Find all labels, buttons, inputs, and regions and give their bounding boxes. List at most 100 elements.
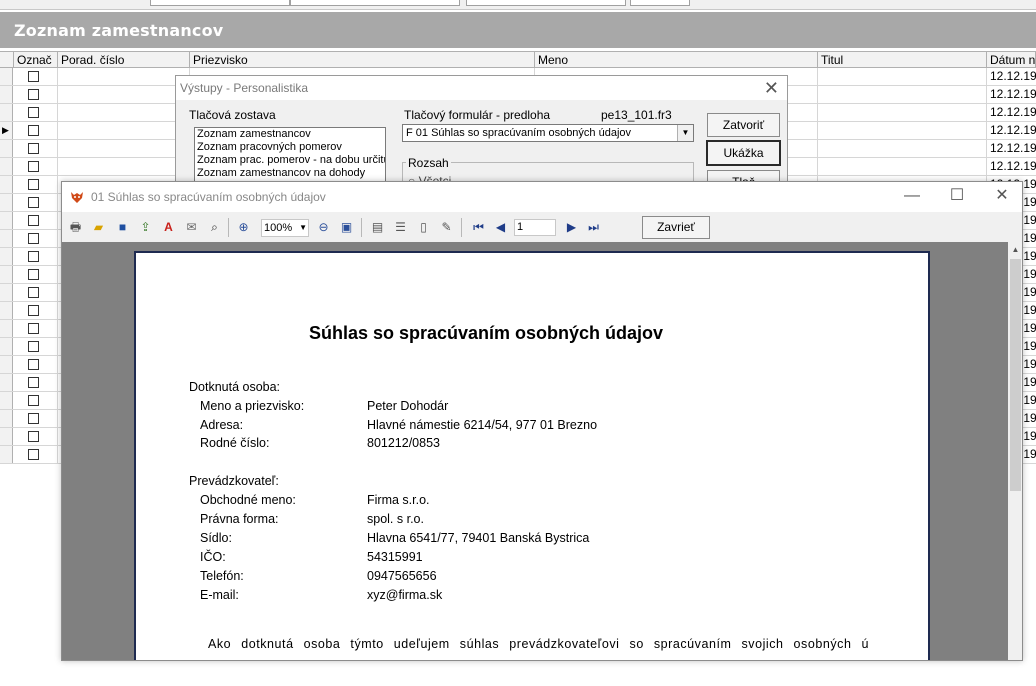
edit-icon[interactable]: ✎ bbox=[438, 219, 455, 236]
column-header-surname[interactable]: Priezvisko bbox=[190, 52, 535, 68]
filter-field[interactable] bbox=[466, 0, 626, 6]
row-indicator[interactable] bbox=[0, 320, 13, 337]
prev-page-icon[interactable]: ◀ bbox=[492, 219, 509, 236]
scrollbar-thumb[interactable] bbox=[1010, 259, 1021, 491]
column-header-mark[interactable]: Označ bbox=[14, 52, 58, 68]
cell-divider bbox=[57, 86, 58, 103]
close-button[interactable]: Zatvoriť bbox=[707, 113, 780, 137]
filter-field[interactable] bbox=[630, 0, 690, 6]
list-item[interactable]: Zoznam prac. pomerov - na dobu určitú bbox=[195, 154, 385, 167]
mark-checkbox[interactable] bbox=[28, 179, 39, 190]
column-header-date[interactable]: Dátum na bbox=[987, 52, 1036, 68]
filter-field[interactable] bbox=[290, 0, 460, 6]
grid-header: Označ Porad. číslo Priezvisko Meno Titul… bbox=[0, 51, 1036, 68]
mark-checkbox[interactable] bbox=[28, 287, 39, 298]
vertical-scrollbar[interactable]: ▲ bbox=[1008, 242, 1022, 660]
mark-checkbox[interactable] bbox=[28, 413, 39, 424]
page-number-input[interactable]: 1 bbox=[514, 219, 556, 236]
mark-checkbox[interactable] bbox=[28, 449, 39, 460]
mark-checkbox[interactable] bbox=[28, 251, 39, 262]
row-indicator[interactable] bbox=[0, 356, 13, 373]
row-indicator[interactable] bbox=[0, 338, 13, 355]
list-item[interactable]: Zoznam zamestnancov na dohody bbox=[195, 167, 385, 180]
outline-icon[interactable]: ☰ bbox=[392, 219, 409, 236]
row-indicator[interactable] bbox=[0, 194, 13, 211]
zoom-select[interactable]: 100% ▼ bbox=[261, 219, 309, 237]
column-header-title[interactable]: Titul bbox=[818, 52, 987, 68]
find-icon[interactable]: ⌕ bbox=[206, 219, 223, 236]
mark-checkbox[interactable] bbox=[28, 215, 39, 226]
row-indicator[interactable] bbox=[0, 230, 13, 247]
scroll-up-icon[interactable]: ▲ bbox=[1008, 242, 1022, 257]
row-indicator[interactable] bbox=[0, 212, 13, 229]
row-indicator[interactable] bbox=[0, 158, 13, 175]
preview-button[interactable]: Ukážka bbox=[706, 140, 781, 166]
mark-checkbox[interactable] bbox=[28, 341, 39, 352]
preview-canvas[interactable]: Súhlas so spracúvaním osobných údajov Do… bbox=[62, 242, 1008, 660]
row-indicator[interactable] bbox=[0, 266, 13, 283]
close-icon[interactable]: ✕ bbox=[764, 76, 779, 100]
field-label: IČO: bbox=[200, 550, 226, 564]
close-icon[interactable]: ✕ bbox=[987, 182, 1017, 210]
row-indicator[interactable] bbox=[0, 248, 13, 265]
form-select[interactable]: F 01 Súhlas so spracúvaním osobných údaj… bbox=[402, 124, 694, 142]
mark-checkbox[interactable] bbox=[28, 107, 39, 118]
mark-checkbox[interactable] bbox=[28, 359, 39, 370]
mark-checkbox[interactable] bbox=[28, 431, 39, 442]
zoom-out-icon[interactable]: ⊖ bbox=[315, 219, 332, 236]
row-indicator[interactable] bbox=[0, 284, 13, 301]
chevron-down-icon[interactable]: ▼ bbox=[299, 220, 307, 236]
email-icon[interactable]: ✉ bbox=[183, 219, 200, 236]
minimize-icon[interactable]: — bbox=[897, 182, 927, 210]
thumbnails-icon[interactable]: ▯ bbox=[415, 219, 432, 236]
mark-checkbox[interactable] bbox=[28, 161, 39, 172]
row-indicator[interactable] bbox=[0, 410, 13, 427]
row-indicator[interactable] bbox=[0, 374, 13, 391]
print-icon[interactable]: 🖶 bbox=[67, 219, 84, 236]
row-indicator[interactable] bbox=[0, 68, 13, 85]
open-icon[interactable]: ▰ bbox=[90, 219, 107, 236]
row-indicator[interactable] bbox=[0, 392, 13, 409]
row-indicator[interactable] bbox=[0, 104, 13, 121]
row-indicator[interactable] bbox=[0, 446, 13, 463]
row-indicator[interactable] bbox=[0, 176, 13, 193]
field-label: Rodné číslo: bbox=[200, 436, 270, 450]
page-settings-icon[interactable]: ▤ bbox=[369, 219, 386, 236]
row-indicator[interactable] bbox=[0, 428, 13, 445]
mark-checkbox[interactable] bbox=[28, 233, 39, 244]
full-screen-icon[interactable]: ▣ bbox=[338, 219, 355, 236]
mark-checkbox[interactable] bbox=[28, 377, 39, 388]
column-header-name[interactable]: Meno bbox=[535, 52, 818, 68]
list-item[interactable]: Zoznam pracovných pomerov bbox=[195, 141, 385, 154]
mark-checkbox[interactable] bbox=[28, 89, 39, 100]
close-preview-button[interactable]: Zavrieť bbox=[642, 216, 710, 239]
mark-checkbox[interactable] bbox=[28, 143, 39, 154]
row-indicator[interactable] bbox=[0, 86, 13, 103]
mark-checkbox[interactable] bbox=[28, 323, 39, 334]
maximize-icon[interactable]: ☐ bbox=[942, 182, 972, 210]
mark-checkbox[interactable] bbox=[28, 269, 39, 280]
mark-checkbox[interactable] bbox=[28, 197, 39, 208]
mark-checkbox[interactable] bbox=[28, 395, 39, 406]
row-indicator[interactable] bbox=[0, 302, 13, 319]
export-icon[interactable]: ⇪ bbox=[137, 219, 154, 236]
mark-checkbox[interactable] bbox=[28, 125, 39, 136]
first-page-icon[interactable]: ⏮ bbox=[470, 219, 487, 236]
next-page-icon[interactable]: ▶ bbox=[563, 219, 580, 236]
column-header-number[interactable]: Porad. číslo bbox=[58, 52, 190, 68]
pdf-icon[interactable]: A bbox=[160, 219, 177, 236]
mark-checkbox[interactable] bbox=[28, 305, 39, 316]
chevron-down-icon[interactable]: ▼ bbox=[677, 125, 693, 141]
cell-divider bbox=[817, 68, 818, 85]
report-list[interactable]: Zoznam zamestnancov Zoznam pracovných po… bbox=[194, 127, 386, 186]
zoom-in-icon[interactable]: ⊕ bbox=[235, 219, 252, 236]
cell-divider bbox=[57, 338, 58, 355]
row-indicator[interactable] bbox=[0, 140, 13, 157]
row-indicator[interactable]: ▶ bbox=[0, 122, 13, 139]
last-page-icon[interactable]: ⏭ bbox=[585, 219, 602, 236]
list-item[interactable]: Zoznam zamestnancov bbox=[195, 128, 385, 141]
save-icon[interactable]: ■ bbox=[114, 219, 131, 236]
filter-field[interactable] bbox=[150, 0, 290, 6]
mark-checkbox[interactable] bbox=[28, 71, 39, 82]
cell-divider bbox=[986, 140, 987, 157]
